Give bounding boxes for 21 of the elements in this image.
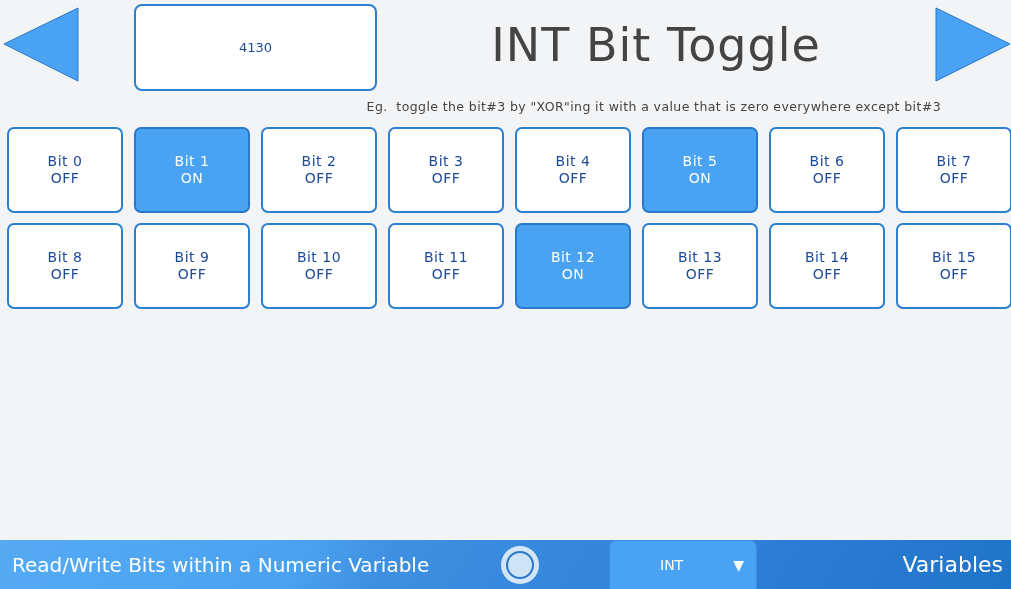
bit-toggle-button[interactable]: Bit 4 OFF [515,127,631,213]
bit-toggle-button[interactable]: Bit 8 OFF [7,223,123,309]
status-caption: Read/Write Bits within a Numeric Variable [11,552,431,577]
bit-toggle-button[interactable]: Bit 3 OFF [388,127,504,213]
hint-text: Eg. toggle the bit#3 by "XOR"ing it with a value that is zero everywhere except bit#3 [366,99,941,114]
bit-toggle-button[interactable]: Bit 13 OFF [642,223,758,309]
bit-toggle-button[interactable]: Bit 7 OFF [896,127,1011,213]
next-arrow-icon[interactable] [935,7,1011,83]
bit-toggle-button[interactable]: Bit 14 OFF [769,223,885,309]
home-circle-icon[interactable] [500,544,540,585]
bit-toggle-button[interactable]: Bit 10 OFF [261,223,377,309]
page-title: INT Bit Toggle [490,17,822,72]
section-label[interactable]: Variables [902,552,1011,577]
bit-toggle-button[interactable]: Bit 15 OFF [896,223,1011,309]
bit-toggle-button[interactable]: Bit 2 OFF [261,127,377,213]
bit-toggle-button[interactable]: Bit 11 OFF [388,223,504,309]
value-field[interactable]: 4130 [134,4,377,91]
bit-toggle-button[interactable]: Bit 0 OFF [7,127,123,213]
previous-arrow-icon[interactable] [3,7,79,83]
bit-toggle-button[interactable]: Bit 6 OFF [769,127,885,213]
bit-toggle-button[interactable]: Bit 9 OFF [134,223,250,309]
